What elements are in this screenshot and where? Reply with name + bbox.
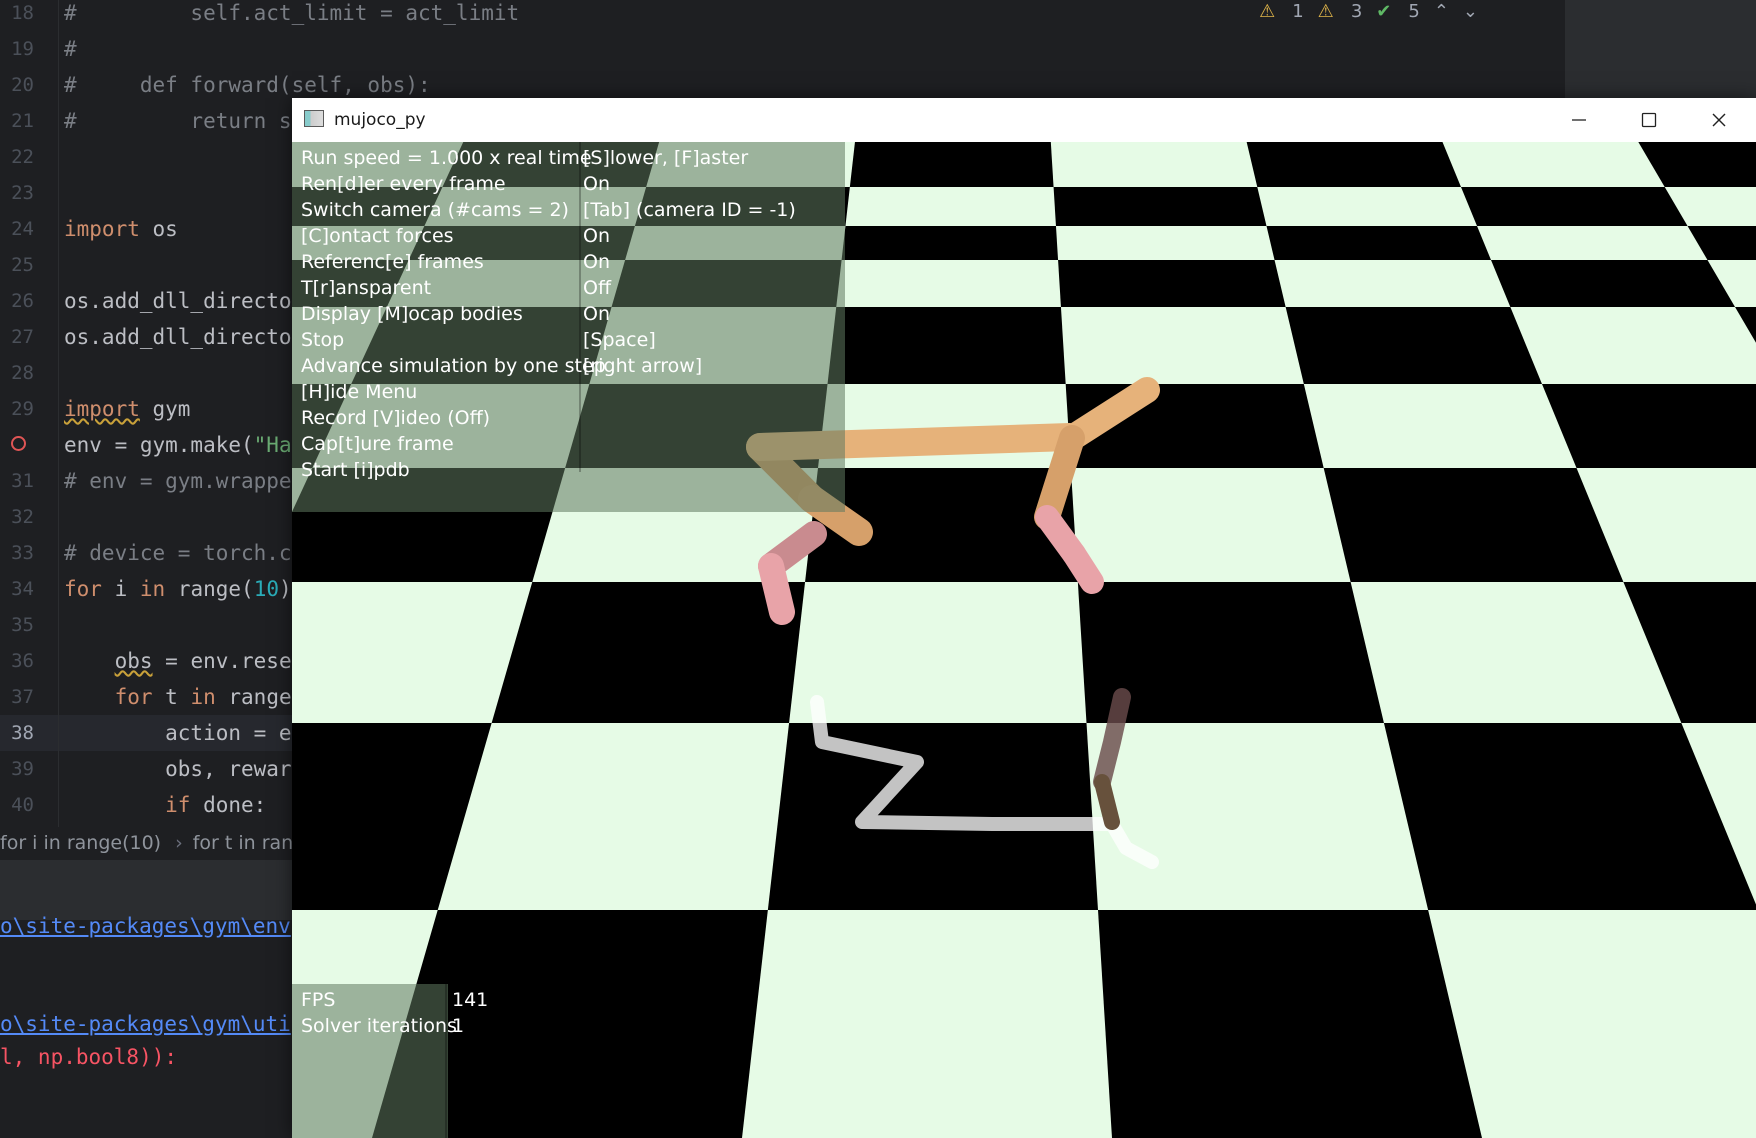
- breakpoint-icon[interactable]: [11, 436, 26, 451]
- line-number[interactable]: 37: [0, 679, 34, 715]
- console-error-line: l, np.bool8)):: [0, 1045, 178, 1069]
- line-number[interactable]: 28: [0, 355, 34, 391]
- fps-label: FPS: [301, 989, 336, 1011]
- line-number[interactable]: 23: [0, 175, 34, 211]
- mujoco-window[interactable]: mujoco_py Run speed = 1.000 x real time …: [292, 98, 1756, 1138]
- maximize-icon: [1641, 112, 1657, 128]
- code-text: obs, rewar: [64, 757, 292, 781]
- line-number[interactable]: 26: [0, 283, 34, 319]
- code-line[interactable]: 19 #: [0, 31, 1565, 67]
- line-number[interactable]: 24: [0, 211, 34, 247]
- code-text: for i in range(10): [64, 577, 292, 601]
- solver-iterations-label: Solver iterations: [301, 1015, 457, 1037]
- line-number[interactable]: 33: [0, 535, 34, 571]
- menu-item-label: [H]ide Menu: [301, 381, 418, 403]
- code-text: # return s: [64, 109, 292, 133]
- line-number[interactable]: 39: [0, 751, 34, 787]
- code-text: for t in range: [114, 685, 292, 709]
- code-text: if done:: [165, 793, 267, 817]
- code-text: # self.act_limit = act_limit: [64, 1, 520, 25]
- menu-item-label: Start [i]pdb: [301, 459, 410, 481]
- app-icon: [304, 110, 324, 127]
- line-number[interactable]: 20: [0, 67, 34, 103]
- line-number[interactable]: 40: [0, 787, 34, 823]
- render-viewport[interactable]: Run speed = 1.000 x real time [S]lower, […: [292, 142, 1756, 1138]
- menu-item-label: Ren[d]er every frame: [301, 173, 506, 195]
- code-text: action = e: [64, 721, 292, 745]
- breadcrumb-item[interactable]: for i in range(10): [0, 832, 161, 854]
- line-number[interactable]: 32: [0, 499, 34, 535]
- menu-item-value: [right arrow]: [583, 355, 703, 377]
- warning-count-a: 1: [1292, 0, 1304, 22]
- line-number[interactable]: 27: [0, 319, 34, 355]
- chevron-down-icon[interactable]: ⌄: [1463, 1, 1478, 22]
- code-text: # env = gym.wrappe: [64, 469, 292, 493]
- menu-item-label: Referenc[e] frames: [301, 251, 484, 273]
- code-text: obs = env.rese: [114, 649, 292, 673]
- menu-item-value: Off: [583, 277, 612, 299]
- inspection-widget[interactable]: ⚠ 1 ⚠ 3 ✔ 5 ⌃ ⌄: [1259, 0, 1478, 22]
- menu-item-label: Stop: [301, 329, 345, 351]
- close-icon: [1712, 113, 1726, 127]
- typo-count: 5: [1408, 0, 1420, 22]
- weak-warning-icon: ⚠: [1317, 0, 1334, 22]
- close-button[interactable]: [1684, 98, 1754, 142]
- menu-item-value: On: [583, 225, 610, 247]
- line-number[interactable]: 18: [0, 0, 34, 31]
- menu-item-value: On: [583, 303, 610, 325]
- solver-iterations-value: 1: [452, 1015, 465, 1037]
- minimize-icon: [1572, 119, 1586, 121]
- menu-item-value: On: [583, 173, 610, 195]
- line-number[interactable]: 22: [0, 139, 34, 175]
- menu-item-label: Switch camera (#cams = 2): [301, 199, 569, 221]
- menu-item-label: Record [V]ideo (Off): [301, 407, 491, 429]
- gutter-separator: [58, 0, 59, 832]
- code-text: #: [64, 37, 77, 61]
- typo-check-icon: ✔: [1376, 0, 1392, 22]
- warning-count-b: 3: [1350, 0, 1363, 22]
- minimize-button[interactable]: [1544, 98, 1614, 142]
- code-text: os.add_dll_directo: [64, 289, 292, 313]
- menu-item-label: [C]ontact forces: [301, 225, 454, 247]
- chevron-right-icon: ›: [175, 832, 183, 854]
- console-link[interactable]: o\site-packages\gym\env: [0, 914, 291, 938]
- maximize-button[interactable]: [1614, 98, 1684, 142]
- line-number[interactable]: 25: [0, 247, 34, 283]
- code-text: env = gym.make("Ha: [64, 433, 292, 457]
- code-text: import os: [64, 217, 178, 241]
- window-title: mujoco_py: [334, 110, 426, 130]
- menu-item-label: Run speed = 1.000 x real time: [301, 147, 592, 169]
- checkerboard-scene: [292, 142, 1756, 1138]
- warning-icon: ⚠: [1259, 0, 1276, 22]
- menu-item-label: Display [M]ocap bodies: [301, 303, 523, 325]
- menu-item-value: [S]lower, [F]aster: [583, 147, 749, 169]
- line-number[interactable]: 35: [0, 607, 34, 643]
- menu-item-value: [Space]: [583, 329, 656, 351]
- line-number[interactable]: 29: [0, 391, 34, 427]
- code-text: import gym: [64, 397, 191, 421]
- menu-item-value: [Tab] (camera ID = -1): [583, 199, 796, 221]
- menu-item-label: Advance simulation by one step: [301, 355, 606, 377]
- line-number[interactable]: 38: [0, 715, 34, 751]
- menu-item-label: T[r]ansparent: [301, 277, 432, 299]
- fps-value: 141: [452, 989, 489, 1011]
- menu-item-label: Cap[t]ure frame: [301, 433, 454, 455]
- code-text: # device = torch.c: [64, 541, 292, 565]
- line-number[interactable]: 34: [0, 571, 34, 607]
- line-number[interactable]: 19: [0, 31, 34, 67]
- line-number[interactable]: 31: [0, 463, 34, 499]
- window-titlebar[interactable]: mujoco_py: [292, 98, 1756, 143]
- code-text: os.add_dll_directo: [64, 325, 292, 349]
- line-number[interactable]: 36: [0, 643, 34, 679]
- line-number[interactable]: 21: [0, 103, 34, 139]
- menu-item-value: On: [583, 251, 610, 273]
- console-link[interactable]: o\site-packages\gym\uti: [0, 1012, 291, 1036]
- chevron-up-icon[interactable]: ⌃: [1434, 1, 1449, 22]
